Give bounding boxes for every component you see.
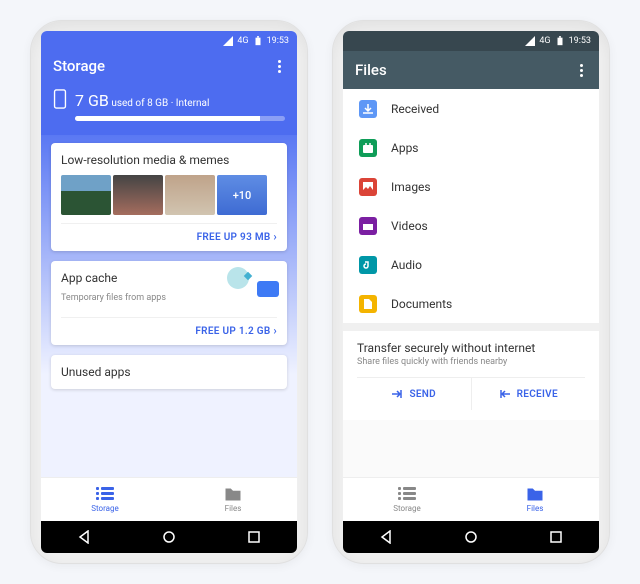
category-apps[interactable]: Apps: [343, 128, 599, 167]
card-low-res-media[interactable]: Low-resolution media & memes +10 FREE UP…: [51, 143, 287, 251]
category-label: Images: [391, 180, 431, 194]
received-icon: [359, 100, 377, 118]
images-icon: [359, 178, 377, 196]
cards-scroll[interactable]: Low-resolution media & memes +10 FREE UP…: [41, 135, 297, 477]
action-label: FREE UP 93 MB: [197, 232, 271, 243]
thumbnail[interactable]: [61, 175, 111, 215]
category-audio[interactable]: Audio: [343, 245, 599, 284]
category-label: Videos: [391, 219, 428, 233]
signal-icon: [525, 36, 535, 46]
card-title: Unused apps: [61, 365, 277, 379]
receive-button[interactable]: RECEIVE: [471, 378, 586, 410]
button-label: RECEIVE: [517, 389, 558, 400]
android-nav-bar: [343, 521, 599, 553]
home-icon[interactable]: [162, 530, 176, 544]
clock-label: 19:53: [569, 36, 591, 46]
chevron-right-icon: ›: [273, 324, 277, 337]
nav-files[interactable]: Files: [169, 478, 297, 521]
nav-storage[interactable]: Storage: [343, 478, 471, 521]
category-documents[interactable]: Documents: [343, 284, 599, 323]
screen: 4G 19:53 Files Received Apps: [343, 31, 599, 553]
status-bar: 4G 19:53: [343, 31, 599, 51]
home-icon[interactable]: [464, 530, 478, 544]
free-up-button[interactable]: FREE UP 1.2 GB ›: [61, 317, 277, 339]
android-nav-bar: [41, 521, 297, 553]
chevron-right-icon: ›: [273, 230, 277, 243]
category-list[interactable]: Received Apps Images Videos: [343, 89, 599, 477]
card-unused-apps[interactable]: Unused apps: [51, 355, 287, 389]
category-label: Received: [391, 102, 439, 116]
storage-usage-summary: 7 GB used of 8 GB · Internal: [53, 89, 285, 112]
receive-icon: [499, 388, 511, 400]
action-label: FREE UP 1.2 GB: [195, 326, 270, 337]
overflow-menu-icon[interactable]: [274, 56, 285, 77]
back-icon[interactable]: [77, 530, 91, 544]
category-videos[interactable]: Videos: [343, 206, 599, 245]
battery-icon: [555, 36, 565, 46]
recents-icon[interactable]: [247, 530, 261, 544]
nav-label: Storage: [91, 504, 119, 513]
clock-label: 19:53: [267, 36, 289, 46]
back-icon[interactable]: [379, 530, 393, 544]
overflow-menu-icon[interactable]: [576, 60, 587, 81]
phone-icon: [53, 89, 67, 112]
card-app-cache[interactable]: App cache Temporary files from apps FREE…: [51, 261, 287, 345]
nav-storage[interactable]: Storage: [41, 478, 169, 521]
free-up-button[interactable]: FREE UP 93 MB ›: [61, 223, 277, 245]
recents-icon[interactable]: [549, 530, 563, 544]
videos-icon: [359, 217, 377, 235]
screen: 4G 19:53 Storage 7 GB used of 8 GB · Int…: [41, 31, 297, 553]
nav-label: Files: [225, 504, 242, 513]
thumbnail-more[interactable]: +10: [217, 175, 267, 215]
page-title: Storage: [53, 57, 105, 75]
usage-suffix: used of 8 GB · Internal: [111, 98, 209, 109]
nav-files[interactable]: Files: [471, 478, 599, 521]
storage-progress-bar: [75, 116, 285, 121]
audio-icon: [359, 256, 377, 274]
transfer-card: Transfer securely without internet Share…: [343, 323, 599, 420]
status-bar: 4G 19:53: [41, 31, 297, 51]
documents-icon: [359, 295, 377, 313]
apps-icon: [359, 139, 377, 157]
usage-value: 7 GB: [75, 91, 109, 110]
category-label: Documents: [391, 297, 452, 311]
thumbnail[interactable]: [113, 175, 163, 215]
signal-icon: [223, 36, 233, 46]
card-title: Low-resolution media & memes: [61, 153, 277, 167]
thumbnail-row: +10: [61, 175, 277, 215]
category-received[interactable]: Received: [343, 89, 599, 128]
nav-label: Files: [527, 504, 544, 513]
transfer-title: Transfer securely without internet: [357, 341, 585, 355]
phone-storage: 4G 19:53 Storage 7 GB used of 8 GB · Int…: [30, 20, 308, 564]
appbar: Files: [343, 51, 599, 89]
button-label: SEND: [409, 389, 436, 400]
storage-icon: [96, 487, 114, 503]
thumbnail[interactable]: [165, 175, 215, 215]
bottom-nav: Storage Files: [343, 477, 599, 521]
folder-icon: [526, 487, 544, 503]
bottom-nav: Storage Files: [41, 477, 297, 521]
phone-files: 4G 19:53 Files Received Apps: [332, 20, 610, 564]
nav-label: Storage: [393, 504, 421, 513]
network-label: 4G: [539, 36, 550, 46]
folder-icon: [224, 487, 242, 503]
transfer-subtitle: Share files quickly with friends nearby: [357, 357, 585, 367]
decorative-art: [223, 267, 279, 297]
appbar: Storage 7 GB used of 8 GB · Internal: [41, 51, 297, 135]
battery-icon: [253, 36, 263, 46]
send-icon: [391, 388, 403, 400]
category-label: Apps: [391, 141, 419, 155]
network-label: 4G: [237, 36, 248, 46]
send-button[interactable]: SEND: [357, 378, 471, 410]
page-title: Files: [355, 61, 387, 79]
category-label: Audio: [391, 258, 422, 272]
category-images[interactable]: Images: [343, 167, 599, 206]
storage-icon: [398, 487, 416, 503]
